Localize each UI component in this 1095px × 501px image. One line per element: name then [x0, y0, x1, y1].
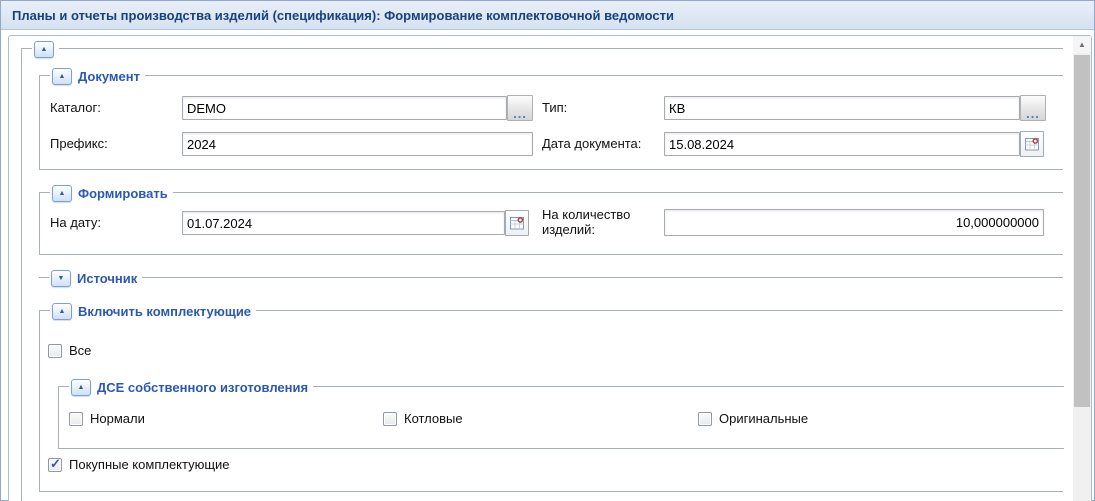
ellipsis-icon: ... — [513, 110, 527, 118]
collapse-button-dse[interactable]: ▲ — [71, 379, 91, 396]
checkbox-purchased[interactable]: ✓ — [48, 458, 62, 472]
fieldset-document-title: Документ — [78, 69, 140, 84]
checkbox-originalnye[interactable]: ✓ — [698, 412, 712, 426]
collapse-button-generate[interactable]: ▲ — [52, 185, 72, 202]
collapse-up-icon: ▲ — [59, 73, 66, 80]
on-date-input[interactable] — [182, 211, 505, 235]
fieldset-include-title: Включить комплектующие — [78, 304, 251, 319]
fieldset-source-title: Источник — [77, 271, 137, 286]
fieldset-generate-legend: ▲ Формировать — [50, 184, 173, 202]
doc-date-input[interactable] — [664, 132, 1020, 156]
outer-group-legend: ▲ — [32, 40, 59, 58]
collapse-up-icon: ▲ — [78, 384, 85, 391]
calendar-icon — [1025, 137, 1039, 151]
checkbox-kotlovye[interactable]: ✓ — [383, 412, 397, 426]
catalog-label: Каталог: — [50, 96, 101, 120]
scroll-up-icon: ▲ — [1078, 41, 1086, 49]
checkbox-normali-label: Нормали — [90, 411, 145, 427]
type-lookup-button[interactable]: ... — [1020, 95, 1046, 121]
collapse-down-icon: ▼ — [58, 275, 65, 282]
calendar-icon — [510, 216, 524, 230]
checkbox-purchased-label: Покупные комплектующие — [69, 457, 230, 473]
catalog-input[interactable] — [182, 96, 507, 120]
fieldset-include-legend: ▲ Включить комплектующие — [50, 302, 256, 320]
checkbox-all-label: Все — [69, 343, 91, 359]
checkbox-all[interactable]: ✓ — [48, 344, 62, 358]
collapse-button-document[interactable]: ▲ — [52, 68, 72, 85]
fieldset-document: ▲ Документ Каталог: ... Тип: ... Префикс… — [39, 75, 1063, 170]
collapse-button-include[interactable]: ▲ — [52, 303, 72, 320]
checkbox-kotlovye-label: Котловые — [404, 411, 463, 427]
checkbox-normali[interactable]: ✓ — [69, 412, 83, 426]
fieldset-dse-legend: ▲ ДСЕ собственного изготовления — [69, 378, 313, 396]
vertical-scrollbar[interactable]: ▲ — [1073, 36, 1091, 501]
fieldset-source: ▼ Источник — [39, 277, 1063, 278]
quantity-input[interactable] — [664, 209, 1044, 236]
check-icon: ✓ — [50, 456, 61, 472]
window-titlebar: Планы и отчеты производства изделий (спе… — [1, 1, 1094, 30]
collapse-button-main[interactable]: ▲ — [34, 41, 54, 58]
doc-date-calendar-button[interactable] — [1020, 131, 1044, 157]
scroll-up-button[interactable]: ▲ — [1073, 36, 1091, 53]
collapse-button-source[interactable]: ▼ — [51, 270, 71, 287]
content-area: ▲ ▲ Документ Каталог: ... Тип: — [1, 31, 1094, 500]
ellipsis-icon: ... — [1026, 110, 1040, 118]
on-date-calendar-button[interactable] — [505, 210, 529, 236]
window: Планы и отчеты производства изделий (спе… — [0, 0, 1095, 501]
collapse-up-icon: ▲ — [59, 190, 66, 197]
fieldset-dse-title: ДСЕ собственного изготовления — [97, 380, 308, 395]
fieldset-generate-title: Формировать — [78, 186, 168, 201]
collapse-up-icon: ▲ — [41, 46, 48, 53]
form-panel: ▲ ▲ Документ Каталог: ... Тип: — [8, 35, 1092, 501]
fieldset-dse: ▲ ДСЕ собственного изготовления ✓ Нормал… — [58, 386, 1064, 449]
scrollbar-thumb[interactable] — [1074, 55, 1090, 407]
prefix-label: Префикс: — [50, 132, 108, 156]
catalog-lookup-button[interactable]: ... — [507, 95, 533, 121]
collapse-up-icon: ▲ — [59, 308, 66, 315]
fieldset-generate: ▲ Формировать На дату: На — [39, 192, 1063, 255]
prefix-input[interactable] — [182, 132, 533, 156]
quantity-label: На количество изделий: — [542, 207, 654, 237]
type-label: Тип: — [542, 96, 567, 120]
fieldset-document-legend: ▲ Документ — [50, 67, 145, 85]
checkbox-originalnye-label: Оригинальные — [719, 411, 808, 427]
type-input[interactable] — [664, 96, 1020, 120]
fieldset-source-legend: ▼ Источник — [49, 269, 142, 287]
fieldset-include: ▲ Включить комплектующие ✓ Все ▲ ДСЕ соб… — [39, 310, 1063, 492]
doc-date-label: Дата документа: — [542, 132, 641, 156]
on-date-label: На дату: — [50, 211, 101, 235]
window-title: Планы и отчеты производства изделий (спе… — [12, 8, 674, 23]
